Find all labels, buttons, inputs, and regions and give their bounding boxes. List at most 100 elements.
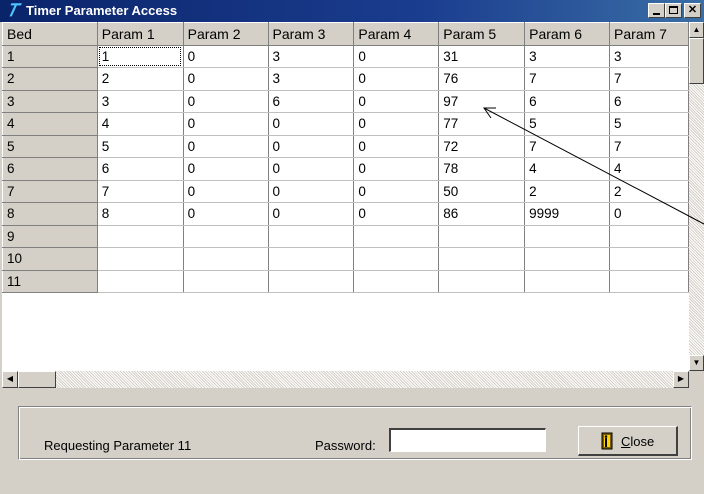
- row-header-bed[interactable]: 9: [2, 224, 98, 248]
- grid-cell[interactable]: 72: [438, 135, 526, 158]
- grid-cell[interactable]: [97, 225, 184, 248]
- grid-cell[interactable]: [353, 270, 440, 293]
- row-header-bed[interactable]: 8: [2, 202, 98, 226]
- title-bar[interactable]: 𝑇 Timer Parameter Access ✕: [0, 0, 704, 22]
- grid-cell[interactable]: 8: [97, 202, 184, 226]
- grid-cell[interactable]: 0: [183, 135, 269, 158]
- row-header-bed[interactable]: 11: [2, 269, 98, 293]
- row-header-bed[interactable]: 5: [2, 134, 98, 158]
- grid-cell[interactable]: [524, 247, 611, 271]
- grid-cell[interactable]: [609, 225, 689, 248]
- grid-cell[interactable]: 3: [609, 45, 689, 68]
- row-header-bed[interactable]: 2: [2, 67, 98, 91]
- grid-cell[interactable]: 3: [268, 45, 355, 68]
- grid-cell[interactable]: 0: [268, 112, 355, 136]
- grid-cell[interactable]: 50: [438, 180, 526, 203]
- grid-cell[interactable]: 0: [183, 112, 269, 136]
- grid-cell[interactable]: [268, 247, 355, 271]
- grid-cell[interactable]: [183, 247, 269, 271]
- grid-cell[interactable]: 86: [438, 202, 526, 226]
- grid-cell[interactable]: 9999: [524, 202, 611, 226]
- grid-cell[interactable]: 6: [97, 157, 184, 181]
- grid-cell[interactable]: 76: [438, 67, 526, 91]
- grid-cell[interactable]: 7: [97, 180, 184, 203]
- grid-cell[interactable]: [183, 225, 269, 248]
- column-header-param-5[interactable]: Param 5: [438, 22, 526, 46]
- row-header-bed[interactable]: 6: [2, 157, 98, 181]
- row-header-bed[interactable]: 10: [2, 247, 98, 271]
- grid-cell[interactable]: 0: [268, 157, 355, 181]
- column-header-param-6[interactable]: Param 6: [524, 22, 611, 46]
- grid-cell[interactable]: 2: [609, 180, 689, 203]
- grid-cell[interactable]: [268, 225, 355, 248]
- horizontal-scroll-thumb[interactable]: [18, 371, 56, 388]
- grid-cell[interactable]: 3: [97, 90, 184, 113]
- grid-cell[interactable]: 4: [97, 112, 184, 136]
- grid-cell[interactable]: [609, 270, 689, 293]
- grid-cell[interactable]: [524, 270, 611, 293]
- grid-cell[interactable]: 0: [183, 180, 269, 203]
- column-header-param-3[interactable]: Param 3: [267, 22, 355, 46]
- password-field[interactable]: [389, 428, 546, 452]
- grid-cell[interactable]: 6: [609, 90, 689, 113]
- vertical-scrollbar[interactable]: ▲ ▼: [689, 22, 704, 371]
- grid-cell[interactable]: 7: [609, 135, 689, 158]
- row-header-bed[interactable]: 7: [2, 179, 98, 203]
- grid-cell[interactable]: 0: [353, 135, 440, 158]
- grid-cell[interactable]: [438, 270, 526, 293]
- grid-cell[interactable]: 0: [353, 67, 440, 91]
- grid-cell[interactable]: 4: [609, 157, 689, 181]
- grid-cell[interactable]: 2: [97, 67, 184, 91]
- grid-cell[interactable]: [268, 270, 355, 293]
- grid-cell[interactable]: 3: [524, 45, 611, 68]
- grid-cell[interactable]: 5: [524, 112, 611, 136]
- column-header-param-4[interactable]: Param 4: [353, 22, 440, 46]
- grid-cell[interactable]: 97: [438, 90, 526, 113]
- grid-cell[interactable]: [438, 225, 526, 248]
- scroll-right-button[interactable]: ▶: [673, 371, 689, 388]
- column-header-param-1[interactable]: Param 1: [96, 22, 184, 46]
- grid-cell[interactable]: 0: [353, 45, 440, 68]
- grid-cell[interactable]: 7: [524, 67, 611, 91]
- maximize-button[interactable]: [665, 3, 682, 18]
- grid-cell[interactable]: 0: [183, 90, 269, 113]
- row-header-bed[interactable]: 4: [2, 112, 98, 136]
- row-header-bed[interactable]: 1: [2, 44, 98, 68]
- row-header-bed[interactable]: 3: [2, 89, 98, 113]
- grid-cell[interactable]: 77: [438, 112, 526, 136]
- grid-cell[interactable]: 0: [353, 90, 440, 113]
- column-header-bed[interactable]: Bed: [2, 22, 98, 46]
- grid-cell[interactable]: 0: [183, 157, 269, 181]
- grid-cell[interactable]: 2: [524, 180, 611, 203]
- grid-cell[interactable]: 0: [353, 157, 440, 181]
- scroll-down-button[interactable]: ▼: [689, 355, 704, 371]
- grid-cell[interactable]: 0: [353, 180, 440, 203]
- grid-cell[interactable]: 0: [183, 67, 269, 91]
- grid-cell[interactable]: 7: [524, 135, 611, 158]
- grid-cell[interactable]: 5: [609, 112, 689, 136]
- grid-cell[interactable]: 0: [353, 112, 440, 136]
- grid-cell[interactable]: [609, 247, 689, 271]
- grid-cell[interactable]: 31: [438, 45, 526, 68]
- grid-cell[interactable]: 1: [97, 45, 184, 68]
- scroll-left-button[interactable]: ◀: [2, 371, 18, 388]
- grid-cell[interactable]: 0: [183, 202, 269, 226]
- column-header-param-2[interactable]: Param 2: [182, 22, 269, 46]
- grid-cell[interactable]: 0: [353, 202, 440, 226]
- grid-cell[interactable]: 6: [524, 90, 611, 113]
- column-header-param-7[interactable]: Param 7: [609, 22, 689, 46]
- scroll-up-button[interactable]: ▲: [689, 22, 704, 38]
- grid-cell[interactable]: 4: [524, 157, 611, 181]
- grid-cell[interactable]: 0: [183, 45, 269, 68]
- grid-cell[interactable]: [353, 247, 440, 271]
- minimize-button[interactable]: [648, 3, 665, 18]
- grid-cell[interactable]: 0: [609, 202, 689, 226]
- grid-cell[interactable]: 6: [268, 90, 355, 113]
- grid-cell[interactable]: [97, 247, 184, 271]
- grid-cell[interactable]: [524, 225, 611, 248]
- grid-cell[interactable]: 78: [438, 157, 526, 181]
- grid-cell[interactable]: 0: [268, 135, 355, 158]
- horizontal-scrollbar[interactable]: ◀ ▶: [2, 371, 689, 388]
- vertical-scroll-thumb[interactable]: [689, 38, 704, 84]
- grid-cell[interactable]: 5: [97, 135, 184, 158]
